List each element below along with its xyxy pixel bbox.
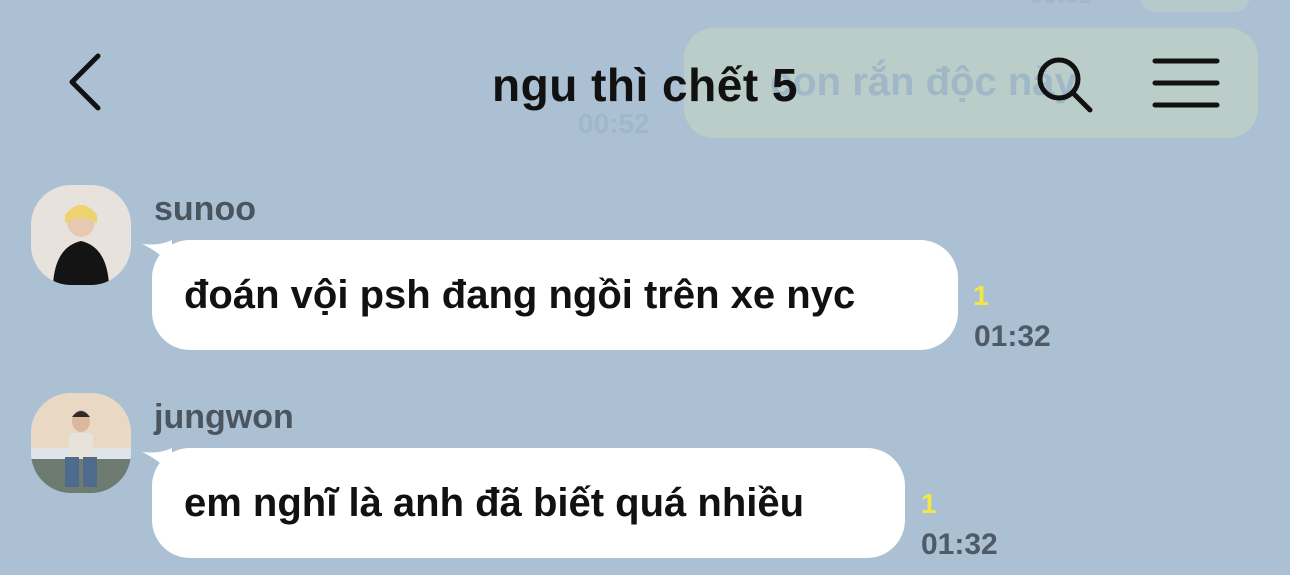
avatar-sunoo[interactable] (31, 185, 131, 285)
background-message-time-top: 00:51 (1030, 0, 1091, 10)
message-time: 01:32 (921, 528, 998, 561)
background-message-time: 00:52 (578, 108, 650, 139)
sender-name: sunoo (154, 190, 256, 228)
sender-name: jungwon (154, 398, 294, 436)
background-message-bubble-top (1140, 0, 1250, 12)
menu-button[interactable] (1152, 56, 1220, 110)
search-icon (1037, 57, 1093, 113)
message-text: đoán vội psh đang ngồi trên xe nyc (184, 272, 856, 317)
message-bubble[interactable]: em nghĩ là anh đã biết quá nhiều (152, 448, 905, 558)
chat-title: ngu thì chết 5 (492, 59, 798, 111)
search-button[interactable] (1034, 54, 1096, 116)
avatar-jungwon[interactable] (31, 393, 131, 493)
unread-count: 1 (921, 488, 937, 519)
hamburger-menu-icon (1152, 58, 1220, 108)
message-bubble[interactable]: đoán vội psh đang ngồi trên xe nyc (152, 240, 958, 350)
message-text: em nghĩ là anh đã biết quá nhiều (184, 480, 805, 525)
message-time: 01:32 (974, 320, 1051, 353)
unread-count: 1 (973, 280, 989, 311)
